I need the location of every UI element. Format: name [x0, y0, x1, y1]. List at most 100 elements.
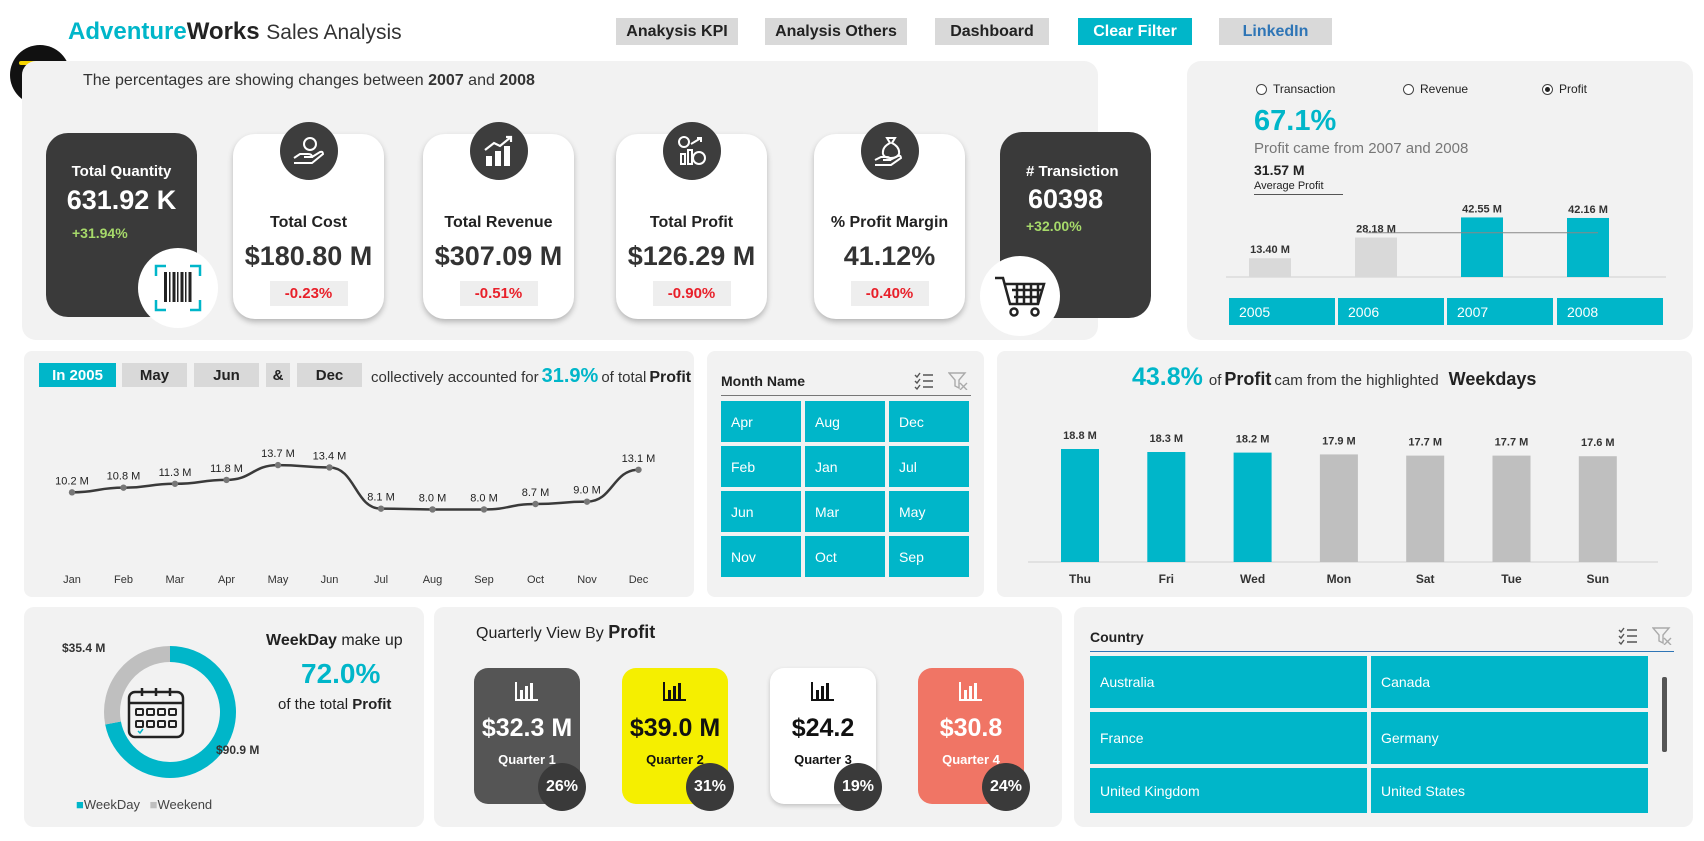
country-slicer-item-united-kingdom[interactable]: United Kingdom: [1090, 768, 1367, 813]
month-slicer-item-nov[interactable]: Nov: [721, 536, 801, 577]
country-multi-select-icon[interactable]: [1618, 627, 1638, 650]
month-label-apr: 11.8 M: [210, 463, 243, 475]
weekday-tick-tue: Tue: [1501, 572, 1522, 586]
weekday-bar-label-fri: 18.3 M: [1149, 433, 1183, 445]
chip-ampersand: &: [266, 363, 290, 387]
month-slicer-item-jun[interactable]: Jun: [721, 491, 801, 532]
country-scrollbar[interactable]: [1662, 677, 1667, 752]
month-tick-mar: Mar: [166, 574, 185, 586]
kpi-total-profit-change: -0.90%: [652, 281, 731, 306]
weekday-bar-label-wed: 18.2 M: [1236, 434, 1270, 446]
clear-filter-icon[interactable]: [947, 372, 968, 395]
month-tick-jun: Jun: [321, 574, 339, 586]
weekday-bar-label-sun: 17.6 M: [1581, 437, 1615, 449]
month-slicer-item-sep[interactable]: Sep: [889, 536, 969, 577]
comparison-note: The percentages are showing changes betw…: [83, 72, 535, 89]
nav-analysis-others-button[interactable]: Analysis Others: [765, 18, 907, 45]
avg-profit-label: Average Profit: [1254, 180, 1343, 195]
month-tick-apr: Apr: [218, 574, 235, 586]
quarter-card-1: $32.3 M Quarter 1 26%: [474, 668, 586, 811]
month-summary-text: collectively accounted for 31.9% of tota…: [371, 365, 692, 387]
cost-hand-coins-icon: [279, 122, 338, 180]
clear-filter-button[interactable]: Clear Filter: [1078, 18, 1192, 45]
brand-adventure: Adventure: [68, 18, 187, 45]
radio-revenue[interactable]: Revenue: [1403, 82, 1468, 96]
kpi-transactions-label: # Transiction: [1026, 163, 1119, 180]
month-tick-jan: Jan: [63, 574, 81, 586]
kpi-total-quantity-label: Total Quantity: [71, 163, 172, 180]
month-label-oct: 8.7 M: [522, 487, 550, 499]
year-button-2007[interactable]: 2007: [1447, 298, 1553, 325]
month-slicer-item-mar[interactable]: Mar: [805, 491, 885, 532]
month-label-sep: 8.0 M: [470, 492, 498, 504]
month-slicer-item-may[interactable]: May: [889, 491, 969, 532]
country-slicer-item-france[interactable]: France: [1090, 712, 1367, 764]
weekday-bar-sun: [1578, 456, 1617, 562]
month-slicer-item-feb[interactable]: Feb: [721, 446, 801, 487]
month-slicer-item-oct[interactable]: Oct: [805, 536, 885, 577]
year-profit-bar-chart: 13.40 M 28.18 M 42.55 M 42.16 M: [1226, 203, 1666, 278]
month-label-dec: 13.1 M: [622, 453, 656, 465]
legend-weekday-swatch: ■: [76, 797, 84, 812]
bar-chart-icon: [474, 680, 580, 707]
month-tick-aug: Aug: [423, 574, 443, 586]
month-tick-dec: Dec: [629, 574, 649, 586]
month-slicer-item-jul[interactable]: Jul: [889, 446, 969, 487]
year-bar-2005: [1249, 258, 1291, 277]
quarter-value: $32.3 M: [481, 714, 573, 742]
year-button-2006[interactable]: 2006: [1338, 298, 1444, 325]
nav-dashboard-button[interactable]: Dashboard: [935, 18, 1049, 45]
donut-pct: 72.0%: [301, 658, 381, 689]
country-slicer-item-united-states[interactable]: United States: [1371, 768, 1648, 813]
year-bar-label-2008: 42.16 M: [1568, 204, 1608, 216]
month-tick-nov: Nov: [577, 574, 597, 586]
month-slicer-divider: [721, 395, 971, 396]
donut-subtitle: of the total Profit: [278, 696, 392, 713]
kpi-total-revenue-value: $307.09 M: [434, 241, 563, 271]
brand-subtitle: Sales Analysis: [266, 21, 402, 44]
kpi-transactions-change: +32.00%: [1026, 218, 1082, 234]
nav-analysis-kpi-button[interactable]: Anakysis KPI: [616, 18, 738, 45]
weekday-bar-fri: [1147, 452, 1186, 562]
weekday-tick-fri: Fri: [1159, 572, 1174, 586]
month-tick-jul: Jul: [374, 574, 388, 586]
month-slicer-item-apr[interactable]: Apr: [721, 401, 801, 442]
country-clear-filter-icon[interactable]: [1651, 627, 1672, 650]
month-point-sep: [480, 506, 488, 513]
year-bar-label-2007: 42.55 M: [1462, 203, 1502, 215]
month-point-nov: [583, 498, 591, 505]
quarter-share-badge: 26%: [538, 763, 586, 811]
weekday-tick-mon: Mon: [1327, 572, 1352, 586]
year-button-2005[interactable]: 2005: [1229, 298, 1335, 325]
kpi-total-cost-label: Total Cost: [269, 214, 348, 231]
weekday-bar-label-sat: 17.7 M: [1408, 437, 1442, 449]
country-slicer-item-canada[interactable]: Canada: [1371, 656, 1648, 708]
month-label-nov: 9.0 M: [573, 485, 601, 497]
kpi-total-revenue-label: Total Revenue: [444, 214, 553, 231]
kpi-total-cost-value: $180.80 M: [244, 241, 373, 271]
kpi-profit-margin-label: % Profit Margin: [830, 214, 949, 231]
month-tick-feb: Feb: [114, 574, 133, 586]
weekday-bar-wed: [1233, 452, 1272, 562]
country-slicer-item-germany[interactable]: Germany: [1371, 712, 1648, 764]
kpi-total-revenue-change: -0.51%: [459, 281, 538, 306]
month-slicer-item-jan[interactable]: Jan: [805, 446, 885, 487]
kpi-total-quantity-value: 631.92 K: [66, 185, 177, 215]
kpi-total-profit-value: $126.29 M: [627, 241, 756, 271]
month-label-jul: 8.1 M: [367, 492, 395, 504]
multi-select-icon[interactable]: [914, 372, 934, 395]
kpi-total-cost-change: -0.23%: [269, 281, 348, 306]
month-point-aug: [429, 506, 436, 513]
shopping-cart-icon: [980, 256, 1060, 336]
profit-coin-chart-icon: [662, 122, 721, 180]
radio-transaction[interactable]: Transaction: [1256, 82, 1335, 96]
country-slicer-item-australia[interactable]: Australia: [1090, 656, 1367, 708]
month-tick-sep: Sep: [474, 574, 494, 586]
month-slicer-item-dec[interactable]: Dec: [889, 401, 969, 442]
legend-weekday-label: WeekDay: [83, 797, 140, 812]
linkedin-button[interactable]: LinkedIn: [1219, 18, 1332, 45]
quarter-share-badge: 31%: [686, 763, 734, 811]
radio-profit[interactable]: Profit: [1542, 82, 1587, 96]
month-slicer-item-aug[interactable]: Aug: [805, 401, 885, 442]
year-button-2008[interactable]: 2008: [1557, 298, 1663, 325]
